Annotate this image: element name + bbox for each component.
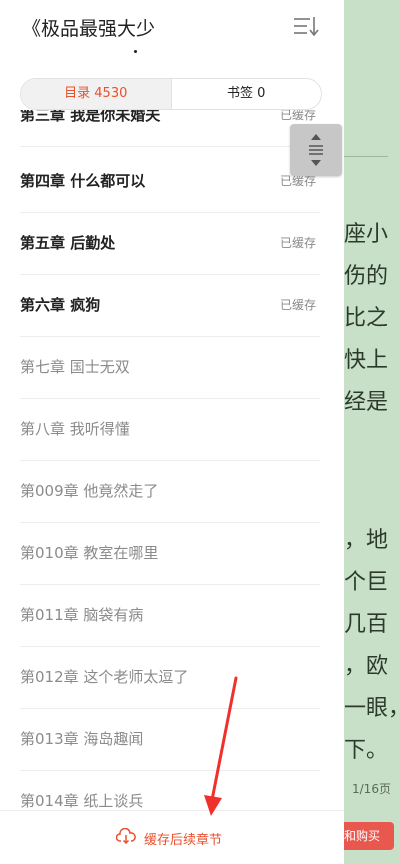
- chapter-row[interactable]: 第013章 海岛趣闻: [20, 708, 320, 771]
- reader-text-line: 几百: [344, 612, 389, 637]
- toc-tabs: 目录 4530 书签 0: [20, 78, 322, 110]
- chapter-title: 第013章 海岛趣闻: [20, 730, 144, 748]
- reader-text-line: ，地: [344, 528, 389, 553]
- cloud-download-icon: [116, 828, 136, 844]
- scroll-grip-handle[interactable]: [290, 124, 342, 176]
- reader-text-line: 下。: [344, 738, 389, 763]
- drawer-footer: 缓存后续章节: [0, 810, 344, 864]
- cache-status: 已缓存: [279, 236, 316, 250]
- chapter-row[interactable]: 第011章 脑袋有病: [20, 584, 320, 647]
- chapter-row[interactable]: 第012章 这个老师太逗了: [20, 646, 320, 709]
- chapter-row[interactable]: 第八章 我听得懂: [20, 398, 320, 461]
- chapter-row[interactable]: 第七章 国士无双: [20, 336, 320, 399]
- chapter-row[interactable]: 第009章 他竟然走了: [20, 460, 320, 523]
- reader-text-line: 伤的: [344, 264, 389, 289]
- title-dot: [134, 50, 137, 53]
- chapter-row[interactable]: 第六章 疯狗 已缓存: [20, 274, 320, 337]
- chapter-row[interactable]: 第四章 什么都可以 已缓存: [20, 150, 320, 213]
- chapter-title: 第009章 他竟然走了: [20, 482, 159, 500]
- tab-catalog[interactable]: 目录 4530: [21, 79, 171, 109]
- chapter-row[interactable]: 第014章 纸上谈兵: [20, 770, 320, 810]
- drawer-header: 《极品最强大少: [0, 0, 344, 70]
- chapter-title: 第011章 脑袋有病: [20, 606, 144, 624]
- chapter-title: 第三章 我是你未婚夫: [20, 110, 161, 124]
- reader-text-line: 比之: [344, 306, 389, 331]
- chapter-row[interactable]: 第三章 我是你未婚夫 已缓存: [20, 110, 320, 147]
- chapter-title: 第010章 教室在哪里: [20, 544, 159, 562]
- chapter-title: 第八章 我听得懂: [20, 420, 130, 438]
- book-title: 《极品最强大少: [22, 18, 156, 40]
- reader-text-line: ，欧: [344, 654, 389, 679]
- reader-text-line: 一眼，: [344, 696, 400, 721]
- chapter-row[interactable]: 第五章 后勤处 已缓存: [20, 212, 320, 275]
- tab-bookmarks[interactable]: 书签 0: [170, 79, 322, 109]
- chapter-row[interactable]: 第010章 教室在哪里: [20, 522, 320, 585]
- buy-button[interactable]: 和购买: [340, 822, 394, 850]
- page-indicator: 1/16页: [352, 782, 391, 796]
- chapter-title: 第五章 后勤处: [20, 234, 116, 252]
- reader-text-line: 快上: [344, 348, 389, 373]
- chapter-title: 第014章 纸上谈兵: [20, 792, 144, 810]
- sort-list-icon[interactable]: [292, 14, 320, 40]
- cache-more-label: 缓存后续章节: [144, 833, 223, 848]
- chapter-title: 第012章 这个老师太逗了: [20, 668, 189, 686]
- scroll-grip-icon: [309, 134, 323, 166]
- chapter-title: 第四章 什么都可以: [20, 172, 146, 190]
- chapter-list: 第三章 我是你未婚夫 已缓存 第四章 什么都可以 已缓存 第五章 后勤处 已缓存…: [0, 110, 344, 810]
- reader-text-line: 个巨: [344, 570, 389, 595]
- reader-text-line: 经是: [344, 390, 389, 415]
- chapter-title: 第七章 国士无双: [20, 358, 130, 376]
- chapter-title: 第六章 疯狗: [20, 296, 101, 314]
- cache-status: 已缓存: [279, 298, 316, 312]
- reader-divider: [344, 156, 388, 157]
- reader-text-line: 座小: [344, 222, 389, 247]
